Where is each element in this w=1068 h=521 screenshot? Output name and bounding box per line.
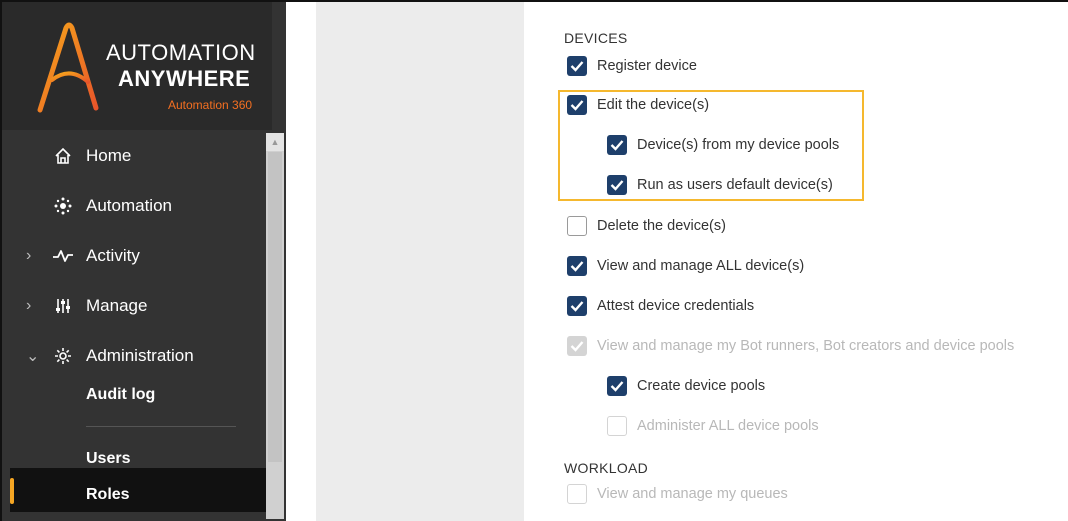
home-icon <box>50 147 76 165</box>
sidebar-item-label: Automation <box>86 196 172 215</box>
brand-product: Automation 360 <box>168 98 253 112</box>
checkbox-checked[interactable] <box>607 376 627 396</box>
sidebar-item-label: Administration <box>86 346 194 365</box>
permission-label: View and manage my queues <box>597 486 788 502</box>
checkbox-unchecked-disabled <box>567 484 587 504</box>
sliders-icon <box>50 297 76 315</box>
sidebar-subitem-roles-active[interactable] <box>10 468 268 512</box>
sidebar-subitem-audit-log[interactable]: Audit log <box>86 386 155 404</box>
sidebar-item-activity[interactable]: › Activity <box>2 234 268 278</box>
activity-icon <box>50 248 76 264</box>
permission-label: Edit the device(s) <box>597 97 710 113</box>
chevron-down-icon[interactable]: ⌄ <box>26 346 40 366</box>
permission-view-my-runners: View and manage my Bot runners, Bot crea… <box>567 336 1014 356</box>
divider <box>86 426 236 427</box>
permission-label: Create device pools <box>637 378 766 394</box>
sidebar-subitem-users[interactable]: Users <box>86 450 130 468</box>
scroll-up-arrow-icon[interactable]: ▲ <box>266 133 284 151</box>
permission-label: Delete the device(s) <box>597 218 726 234</box>
permission-label: View and manage my Bot runners, Bot crea… <box>597 338 1015 354</box>
permission-label: Attest device credentials <box>597 298 755 314</box>
active-indicator <box>10 478 14 504</box>
permission-register-device[interactable]: Register device <box>567 56 697 76</box>
brand-logo[interactable]: AUTOMATION ANYWHERE Automation 360 <box>2 2 272 130</box>
sidebar-item-home[interactable]: Home <box>2 134 268 178</box>
sidebar-item-automation[interactable]: Automation <box>2 184 268 228</box>
permission-label: Register device <box>597 58 697 74</box>
brand-name-line2: ANYWHERE <box>118 66 251 91</box>
permission-run-as-default[interactable]: Run as users default device(s) <box>607 175 833 195</box>
sidebar-item-administration[interactable]: ⌄ Administration <box>2 334 268 378</box>
permission-device-from-pools[interactable]: Device(s) from my device pools <box>607 135 839 155</box>
sidebar-item-label: Manage <box>86 296 148 315</box>
checkbox-checked[interactable] <box>607 175 627 195</box>
gear-icon <box>50 347 76 365</box>
permission-label: Administer ALL device pools <box>637 418 819 434</box>
sidebar-nav: Home Automation › Activity › Manage ⌄ Ad… <box>2 130 268 521</box>
sidebar-item-manage[interactable]: › Manage <box>2 284 268 328</box>
scrollbar-thumb[interactable] <box>268 152 282 462</box>
checkbox-unchecked-disabled <box>607 416 627 436</box>
permission-label: View and manage ALL device(s) <box>597 258 805 274</box>
permission-label: Run as users default device(s) <box>637 177 833 193</box>
sidebar-item-label: Home <box>86 146 132 165</box>
checkbox-checked-disabled <box>567 336 587 356</box>
permission-edit-device[interactable]: Edit the device(s) <box>567 95 709 115</box>
permission-label: Device(s) from my device pools <box>637 137 840 153</box>
chevron-right-icon[interactable]: › <box>26 247 40 265</box>
permission-view-queues: View and manage my queues <box>567 484 788 504</box>
brand-name-line1: AUTOMATION <box>106 40 256 65</box>
checkbox-checked[interactable] <box>567 296 587 316</box>
sidebar: AUTOMATION ANYWHERE Automation 360 Home … <box>2 2 286 521</box>
sidebar-item-label: Activity <box>86 246 140 265</box>
permission-attest-credentials[interactable]: Attest device credentials <box>567 296 754 316</box>
permission-view-all-devices[interactable]: View and manage ALL device(s) <box>567 256 804 276</box>
checkbox-checked[interactable] <box>567 95 587 115</box>
checkbox-unchecked[interactable] <box>567 216 587 236</box>
checkbox-checked[interactable] <box>607 135 627 155</box>
checkbox-checked[interactable] <box>567 56 587 76</box>
permission-create-pools[interactable]: Create device pools <box>607 376 765 396</box>
automation-icon <box>50 196 76 216</box>
permission-administer-all-pools: Administer ALL device pools <box>607 416 819 436</box>
checkbox-checked[interactable] <box>567 256 587 276</box>
automation-anywhere-logo-icon <box>37 22 99 113</box>
permission-delete-device[interactable]: Delete the device(s) <box>567 216 726 236</box>
side-panel <box>316 2 524 521</box>
chevron-right-icon[interactable]: › <box>26 297 40 315</box>
section-workload-heading: WORKLOAD <box>564 460 649 476</box>
sidebar-subitem-roles[interactable]: Roles <box>86 486 130 504</box>
section-devices-heading: DEVICES <box>564 30 628 46</box>
